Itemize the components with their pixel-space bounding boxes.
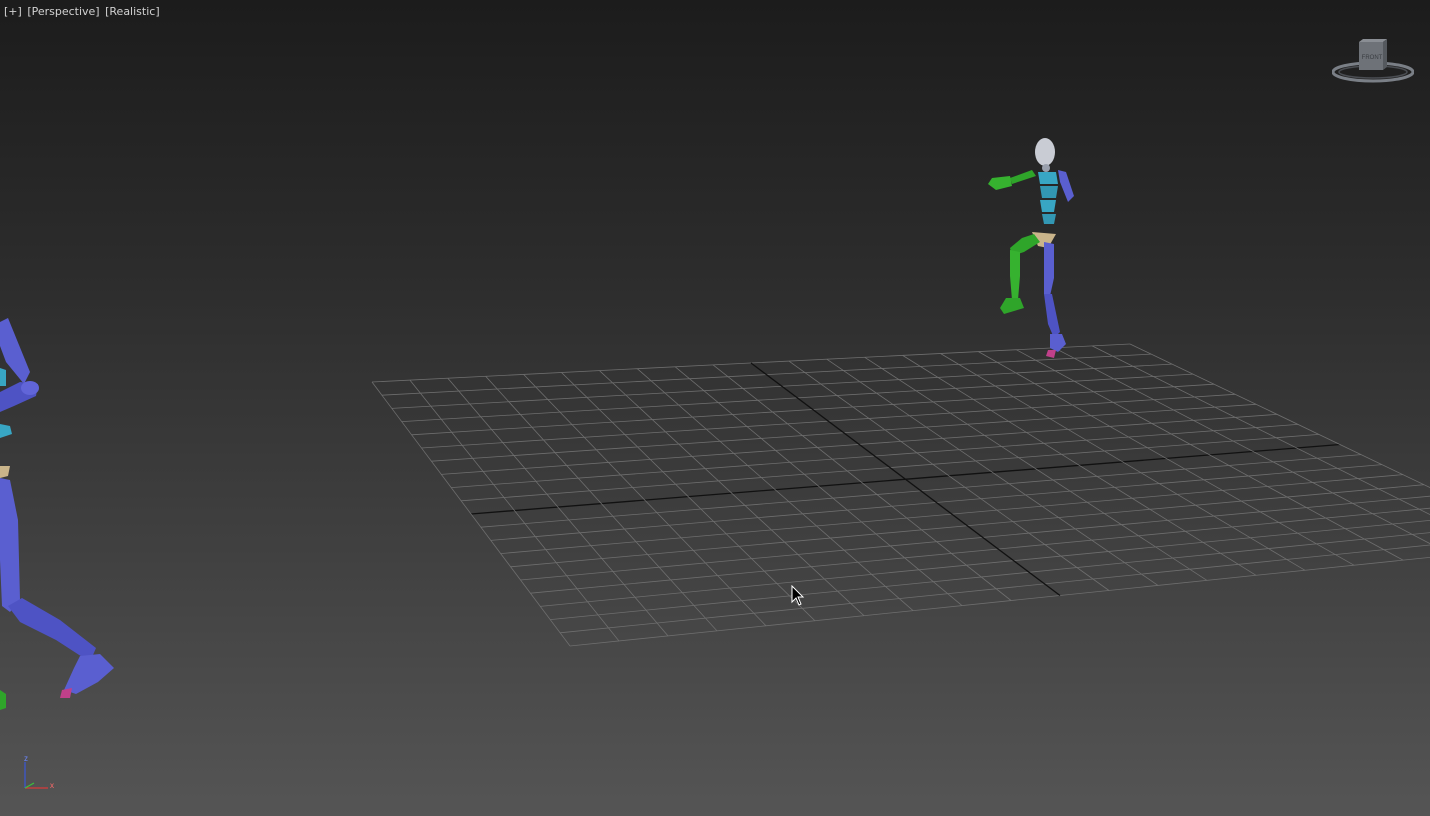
grid-line [371,381,571,647]
grid-axis-line [750,362,1061,597]
far-left-hand[interactable] [988,176,1012,190]
grid-line [540,520,1430,607]
far-spine-bone[interactable] [1040,186,1058,198]
far-spine-bone[interactable] [1040,200,1056,212]
viewport-general-menu[interactable]: [+] [3,5,23,18]
near-pelvis[interactable] [0,466,10,478]
grid-line [902,355,1257,576]
near-green-foot[interactable] [0,690,6,710]
near-calf[interactable] [8,598,96,662]
scene-canvas[interactable] [0,0,1430,816]
grid-line [530,507,1430,594]
viewport-shading-menu[interactable]: [Realistic] [104,5,161,18]
arrow-pointer-icon [791,585,805,606]
far-left-calf[interactable] [1010,250,1020,300]
x-axis-label: x [50,781,54,790]
grid-line [520,495,1430,581]
perspective-viewport[interactable]: [+] [Perspective] [Realistic] FRONT z x [0,0,1430,816]
viewcube-side-face[interactable] [1383,39,1387,70]
near-spine-bone[interactable] [0,424,12,438]
far-left-foot[interactable] [1000,298,1024,314]
far-right-thigh[interactable] [1044,242,1054,296]
viewcube-top-face[interactable] [1359,39,1387,42]
grid-line [569,556,1430,647]
viewport-pov-menu[interactable]: [Perspective] [26,5,100,18]
far-spine-bone[interactable] [1042,214,1056,224]
viewcube[interactable]: FRONT [1332,36,1414,86]
grid-line [485,376,718,632]
biped-far[interactable] [988,138,1074,358]
near-spine-bone[interactable] [0,368,6,386]
grid-line [561,372,816,622]
home-grid [371,343,1430,647]
grid-line [599,370,865,616]
near-foot[interactable] [64,654,114,694]
grid-line [940,353,1306,571]
near-thigh[interactable] [0,478,20,612]
far-right-toe[interactable] [1046,350,1056,358]
axis-tripod: z x [24,754,54,790]
far-neck[interactable] [1042,164,1050,172]
grid-line [788,360,1110,591]
grid-line [637,368,914,611]
grid-line [409,379,620,642]
grid-line [826,358,1159,586]
far-right-foot[interactable] [1050,334,1066,352]
grid-line [864,356,1208,581]
near-elbow-joint[interactable] [21,381,39,395]
viewport-label: [+] [Perspective] [Realistic] [3,3,161,19]
near-toe[interactable] [60,688,72,698]
far-spine-bone[interactable] [1038,172,1058,184]
grid-line [1129,343,1430,489]
biped-near[interactable] [0,318,114,710]
far-right-calf[interactable] [1044,294,1060,338]
y-axis-line [24,782,35,789]
viewcube-face-label: FRONT [1362,55,1383,61]
grid-line [447,377,669,637]
far-right-upper-arm[interactable] [1058,170,1074,202]
far-left-upper-arm[interactable] [1010,170,1036,184]
z-axis-label: z [24,754,28,763]
far-head[interactable] [1035,138,1055,166]
